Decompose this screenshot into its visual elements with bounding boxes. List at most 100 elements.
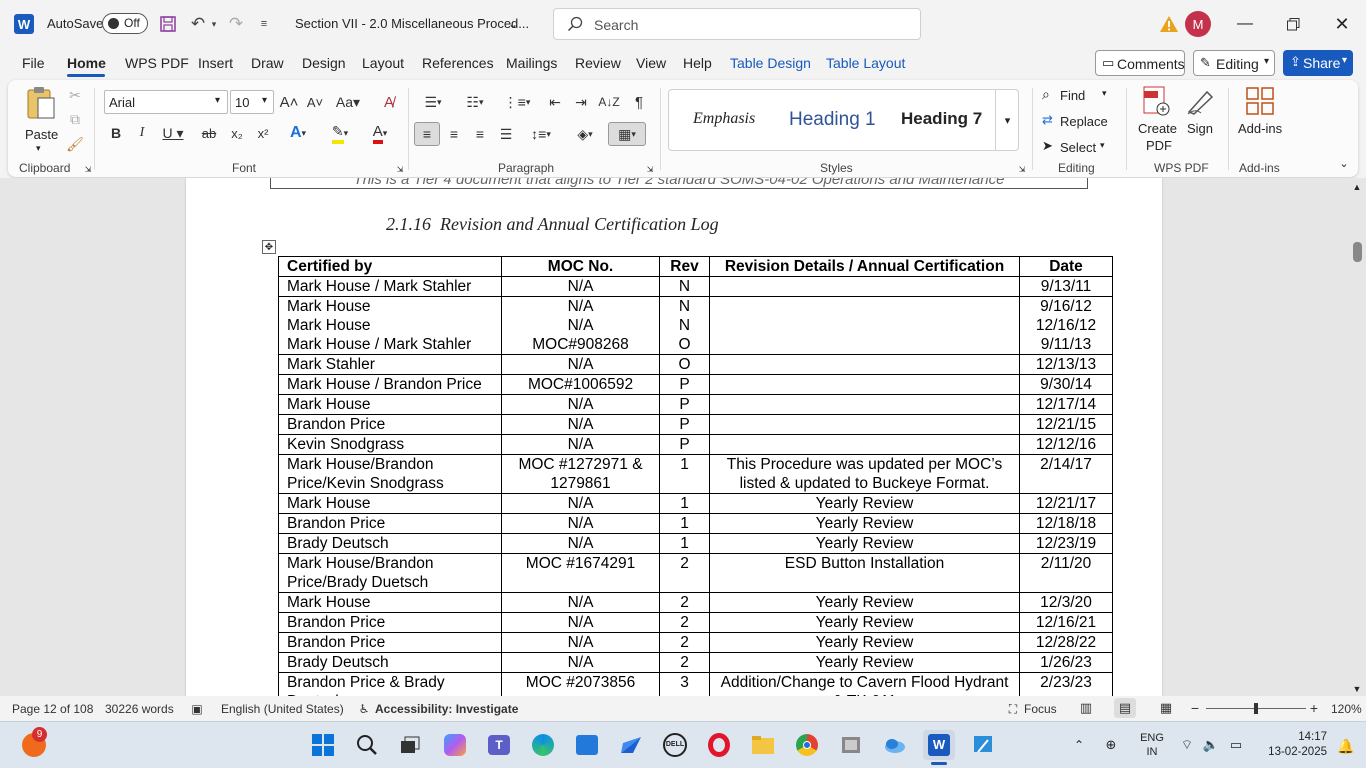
table-row[interactable]: Mark House N/A 1 Yearly Review 12/21/17 — [278, 493, 1113, 514]
table-cell[interactable] — [709, 394, 1020, 415]
italic-icon[interactable]: I — [132, 122, 152, 144]
table-cell[interactable]: N/A — [501, 533, 660, 554]
tab-references[interactable]: References — [422, 55, 494, 71]
justify-icon[interactable]: ☰ — [494, 122, 518, 146]
table-row[interactable]: Brandon Price N/A 2 Yearly Review 12/16/21 — [278, 612, 1113, 633]
grow-font-icon[interactable]: A˄ — [278, 90, 300, 114]
table-cell[interactable]: MOC #2073856 — [501, 672, 660, 696]
font-size-select[interactable]: 10 ▾ — [230, 90, 274, 114]
mail-icon[interactable] — [615, 730, 647, 760]
table-cell[interactable]: 12/18/18 — [1019, 513, 1113, 534]
table-cell[interactable]: Brady Deutsch — [278, 533, 502, 554]
table-cell[interactable] — [709, 354, 1020, 375]
table-cell[interactable]: N/A N/A MOC#908268 — [501, 296, 660, 355]
strikethrough-icon[interactable]: ab — [198, 122, 220, 144]
tab-file[interactable]: File — [22, 55, 45, 71]
sign-button[interactable]: Sign — [1182, 84, 1218, 144]
table-cell[interactable]: MOC #1272971 & 1279861 — [501, 454, 660, 494]
word-taskbar-icon[interactable]: W — [923, 730, 955, 760]
save-icon[interactable] — [158, 14, 178, 34]
table-cell[interactable]: N/A — [501, 632, 660, 653]
weather-app-icon[interactable] — [879, 730, 911, 760]
accessibility-icon[interactable]: ♿ — [356, 701, 372, 717]
table-cell[interactable]: 2 — [659, 592, 710, 613]
table-cell[interactable]: 2 — [659, 652, 710, 673]
table-cell[interactable]: Addition/Change to Cavern Flood Hydrant … — [709, 672, 1020, 696]
table-cell[interactable]: Kevin Snodgrass — [278, 434, 502, 455]
styles-more-icon[interactable]: ▾ — [995, 90, 1019, 150]
task-view-icon[interactable] — [394, 730, 426, 760]
table-cell[interactable]: N/A — [501, 513, 660, 534]
tab-table-layout[interactable]: Table Layout — [826, 55, 905, 71]
style-emphasis[interactable]: Emphasis — [693, 110, 755, 128]
table-cell[interactable]: 9/30/14 — [1019, 374, 1113, 395]
network-status-icon[interactable]: ⊕ — [1100, 736, 1122, 754]
replace-button[interactable]: ⇄ Replace — [1042, 112, 1122, 132]
table-row[interactable]: Mark Stahler N/A O 12/13/13 — [278, 354, 1113, 375]
minimize-icon[interactable]: — — [1225, 10, 1265, 38]
tab-help[interactable]: Help — [683, 55, 712, 71]
table-cell[interactable]: 9/13/11 — [1019, 276, 1113, 297]
cut-icon[interactable]: ✂ — [66, 86, 84, 104]
shrink-font-icon[interactable]: A˅ — [304, 90, 326, 114]
copilot-icon[interactable] — [439, 730, 471, 760]
create-pdf-button[interactable]: Create PDF — [1132, 84, 1180, 156]
edge-icon[interactable] — [527, 730, 559, 760]
search-taskbar-icon[interactable] — [351, 730, 383, 760]
table-cell[interactable]: 12/16/21 — [1019, 612, 1113, 633]
table-cell[interactable]: Yearly Review — [709, 513, 1020, 534]
multilevel-list-icon[interactable]: ⋮≡ ▾ — [500, 90, 534, 114]
table-cell[interactable]: 2 — [659, 612, 710, 633]
scroll-down-icon[interactable]: ▼ — [1350, 682, 1364, 696]
chrome-icon[interactable] — [791, 730, 823, 760]
table-cell[interactable]: N/A — [501, 394, 660, 415]
zoom-slider-thumb[interactable] — [1254, 703, 1258, 714]
proofing-icon[interactable]: ▣ — [188, 701, 206, 717]
table-row[interactable]: Kevin Snodgrass N/A P 12/12/16 — [278, 434, 1113, 455]
editing-mode-button[interactable]: ✎ Editing ▾ — [1193, 50, 1275, 76]
snipping-tool-icon[interactable] — [967, 730, 999, 760]
table-cell[interactable]: N/A — [501, 652, 660, 673]
table-cell[interactable]: N/A — [501, 612, 660, 633]
add-ins-button[interactable]: Add-ins — [1236, 84, 1284, 144]
tab-layout[interactable]: Layout — [362, 55, 404, 71]
table-cell[interactable]: Brandon Price — [278, 414, 502, 435]
table-cell[interactable]: ESD Button Installation — [709, 553, 1020, 593]
align-center-icon[interactable]: ≡ — [442, 122, 466, 146]
undo-dropdown-icon[interactable]: ▾ — [208, 16, 220, 32]
table-cell[interactable]: 12/3/20 — [1019, 592, 1113, 613]
battery-icon[interactable]: ▭ — [1226, 736, 1246, 754]
table-cell[interactable]: Brandon Price — [278, 632, 502, 653]
tab-review[interactable]: Review — [575, 55, 621, 71]
focus-button[interactable]: Focus — [1024, 702, 1057, 716]
print-layout-icon[interactable]: ▤ — [1114, 698, 1136, 718]
clipboard-launcher-icon[interactable]: ⇲ — [82, 163, 94, 175]
table-cell[interactable]: 1/26/23 — [1019, 652, 1113, 673]
table-cell[interactable]: P — [659, 434, 710, 455]
table-row[interactable]: Mark House/Brandon Price/Brady Duetsch MO… — [278, 553, 1113, 593]
table-cell[interactable]: 9/16/12 12/16/12 9/11/13 — [1019, 296, 1113, 355]
word-count[interactable]: 30226 words — [105, 702, 174, 716]
tab-mailings[interactable]: Mailings — [506, 55, 557, 71]
zoom-in-icon[interactable]: + — [1307, 699, 1321, 717]
styles-launcher-icon[interactable]: ⇲ — [1016, 163, 1028, 175]
table-cell[interactable]: N/A — [501, 493, 660, 514]
table-row[interactable]: Mark House / Mark Stahler N/A N 9/13/11 — [278, 276, 1113, 297]
numbering-icon[interactable]: ☷ ▾ — [458, 90, 492, 114]
superscript-icon[interactable]: x² — [252, 122, 274, 144]
bold-icon[interactable]: B — [106, 122, 126, 144]
table-cell[interactable]: 12/21/15 — [1019, 414, 1113, 435]
table-move-handle-icon[interactable]: ✥ — [262, 240, 276, 254]
tab-home[interactable]: Home — [67, 55, 106, 71]
table-cell[interactable]: N/A — [501, 592, 660, 613]
table-cell[interactable]: Yearly Review — [709, 612, 1020, 633]
table-cell[interactable]: 2/23/23 — [1019, 672, 1113, 696]
table-cell[interactable]: P — [659, 414, 710, 435]
table-cell[interactable]: NNO — [659, 296, 710, 355]
language-indicator[interactable]: English (United States) — [221, 702, 344, 716]
table-cell[interactable]: MOC #1674291 — [501, 553, 660, 593]
table-cell[interactable]: Brady Deutsch — [278, 652, 502, 673]
file-explorer-icon[interactable] — [747, 730, 779, 760]
table-row[interactable]: Brandon Price N/A 2 Yearly Review 12/28/22 — [278, 632, 1113, 653]
notifications-bell-icon[interactable]: 🔔 — [1336, 736, 1356, 756]
